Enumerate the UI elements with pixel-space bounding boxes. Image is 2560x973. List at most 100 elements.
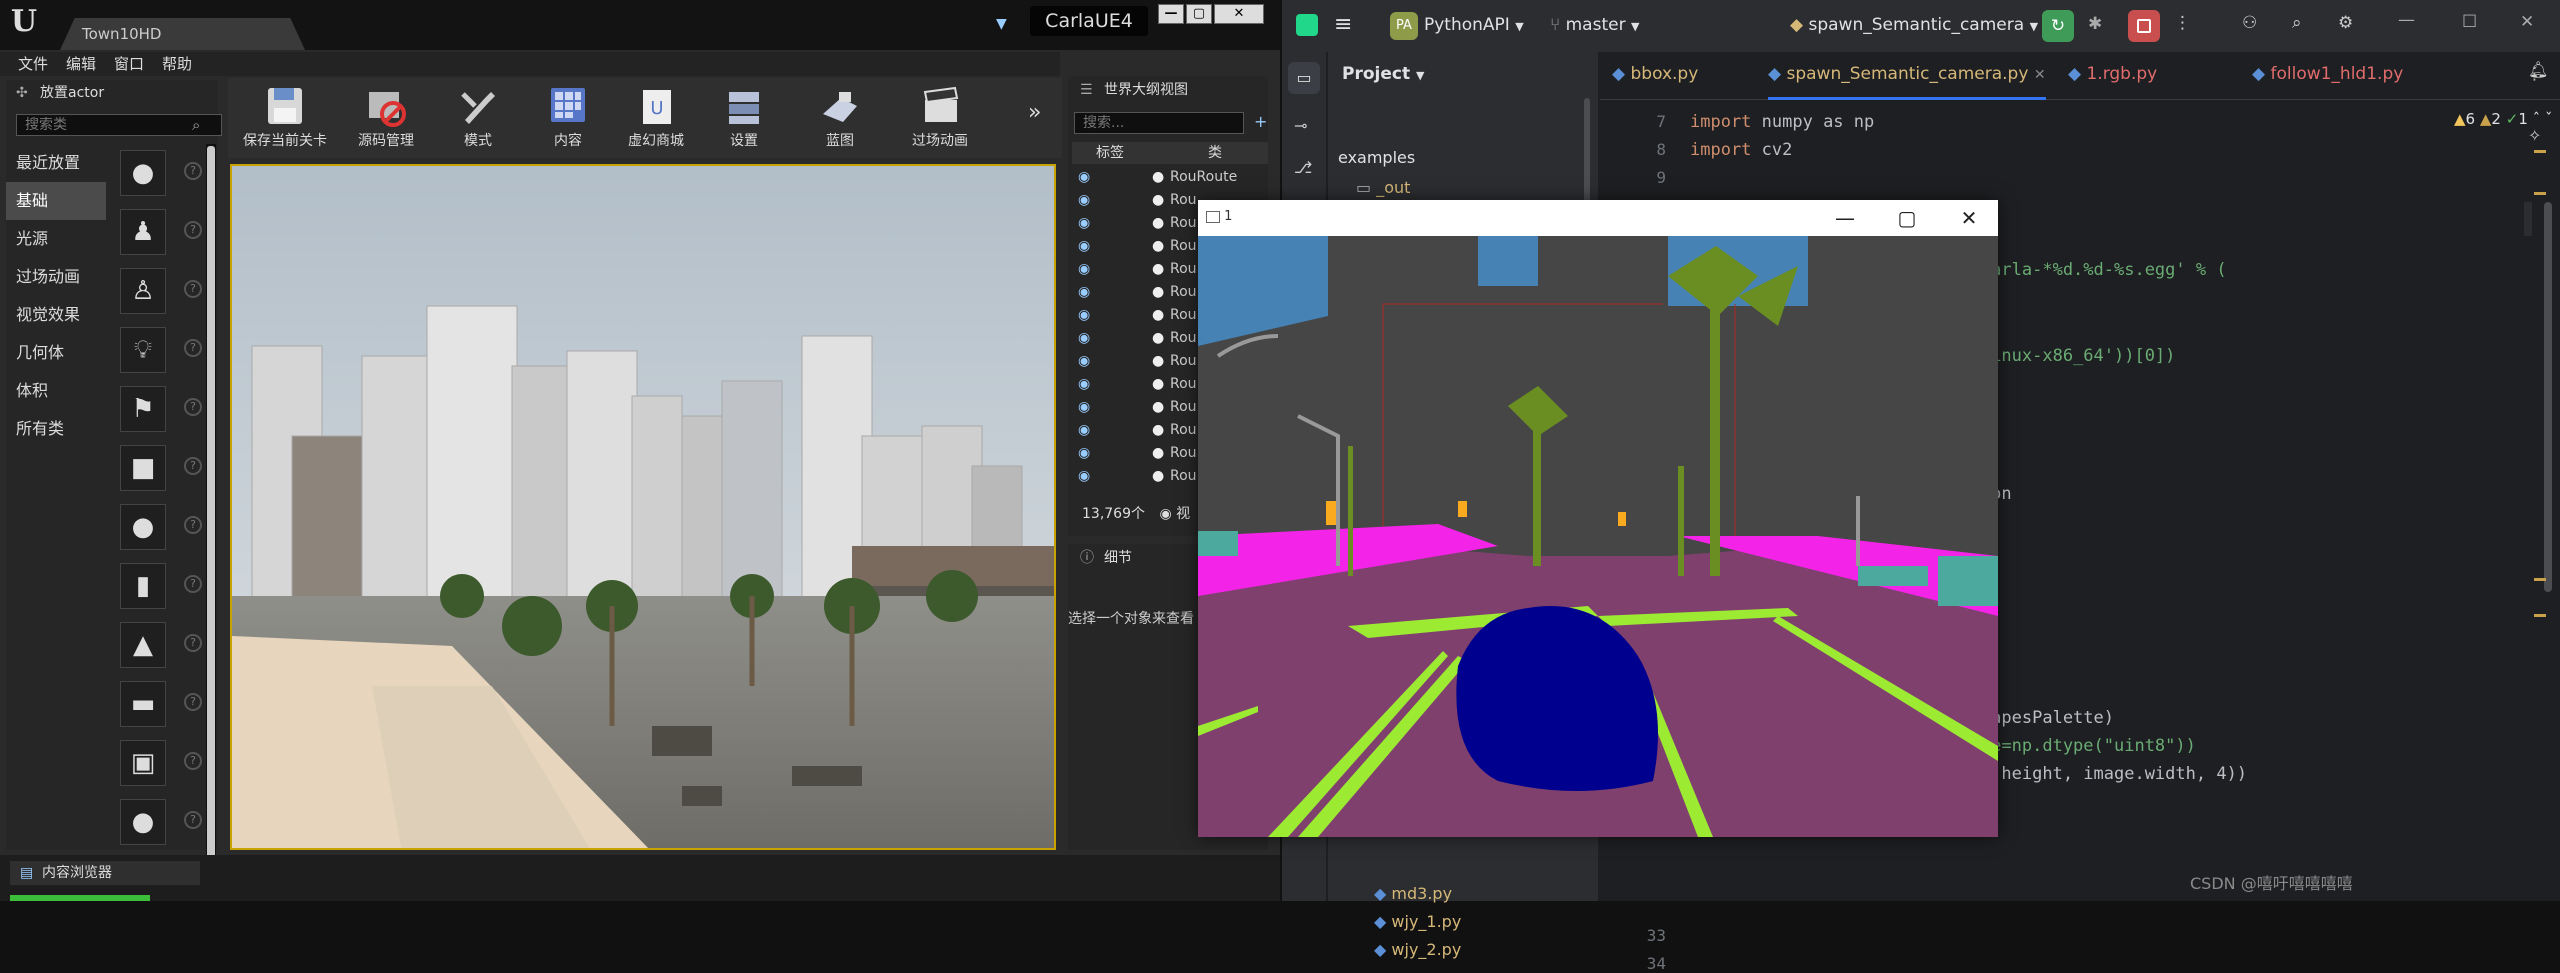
eye-icon[interactable]: ◉ [1159, 506, 1171, 522]
ai-assistant-icon[interactable]: ✧ [2528, 126, 2541, 145]
warning-marker[interactable] [2534, 614, 2546, 617]
category-cinematic[interactable]: 过场动画 [6, 258, 106, 296]
commit-icon[interactable]: ⊸ [1294, 116, 1307, 135]
tree-item[interactable]: examples [1338, 148, 1415, 167]
help-icon[interactable]: ? [184, 752, 202, 770]
asset-item[interactable]: ♙? [114, 262, 212, 321]
cinematics-button[interactable]: 过场动画 [900, 84, 980, 154]
add-filter-icon[interactable]: + [1254, 112, 1268, 134]
level-viewport[interactable] [230, 164, 1056, 850]
content-browser-tab[interactable]: ▤ 内容浏览器 [10, 861, 200, 885]
maximize-button[interactable]: ▢ [1186, 4, 1212, 24]
asset-scrollbar[interactable] [206, 144, 216, 901]
tab-spawn-semantic-camera[interactable]: ◆ spawn_Semantic_camera.py ✕ [1768, 52, 2046, 100]
asset-item[interactable]: ■? [114, 439, 212, 498]
asset-item[interactable]: ▮? [114, 557, 212, 616]
visibility-eye-icon[interactable]: ◉ [1078, 304, 1090, 327]
modes-button[interactable]: 模式 [446, 84, 510, 154]
help-icon[interactable]: ? [184, 162, 202, 180]
visibility-eye-icon[interactable]: ◉ [1078, 373, 1090, 396]
help-icon[interactable]: ? [184, 811, 202, 829]
category-basic[interactable]: 基础 [6, 182, 106, 220]
asset-item[interactable]: ●? [114, 144, 212, 203]
tab-follow1[interactable]: ◆ follow1_hld1.py [2252, 64, 2403, 84]
editor-scrollbar[interactable] [2544, 202, 2552, 592]
category-volumes[interactable]: 体积 [6, 372, 106, 410]
minimize-button[interactable]: — [1158, 4, 1184, 24]
visibility-eye-icon[interactable]: ◉ [1078, 327, 1090, 350]
close-button[interactable]: ✕ [1214, 4, 1264, 24]
asset-item[interactable]: ●? [114, 793, 212, 852]
asset-item[interactable]: ●? [114, 498, 212, 557]
minimize-icon[interactable]: — [2398, 10, 2415, 30]
visibility-eye-icon[interactable]: ◉ [1078, 235, 1090, 258]
visibility-eye-icon[interactable]: ◉ [1078, 212, 1090, 235]
visibility-eye-icon[interactable]: ◉ [1078, 189, 1090, 212]
seg-close-button[interactable]: ✕ [1938, 200, 2000, 236]
help-icon[interactable]: ? [184, 516, 202, 534]
close-icon[interactable]: ✕ [2520, 12, 2534, 32]
source-control-icon[interactable]: ▼ [996, 16, 1016, 34]
visibility-eye-icon[interactable]: ◉ [1078, 258, 1090, 281]
help-icon[interactable]: ? [184, 634, 202, 652]
seg-minimize-button[interactable]: — [1814, 200, 1876, 236]
menu-help[interactable]: 帮助 [162, 52, 192, 76]
content-button[interactable]: 内容 [540, 84, 596, 154]
category-geometry[interactable]: 几何体 [6, 334, 106, 372]
visibility-eye-icon[interactable]: ◉ [1078, 396, 1090, 419]
asset-item[interactable]: ▲? [114, 616, 212, 675]
outliner-row[interactable]: ◉ ● RouRoute [1072, 166, 1268, 189]
tree-item[interactable]: ◆ wjy_1.py [1374, 912, 1461, 931]
tree-item[interactable]: ◆ md3.py [1374, 884, 1452, 903]
asset-item[interactable]: ♟? [114, 203, 212, 262]
marketplace-button[interactable]: U 虚幻商城 [620, 84, 692, 154]
outliner-search-input[interactable]: 搜索... [1074, 112, 1244, 134]
label-column-header[interactable]: 标签 [1096, 142, 1124, 164]
help-icon[interactable]: ? [184, 693, 202, 711]
maximize-icon[interactable]: ☐ [2462, 12, 2477, 32]
help-icon[interactable]: ? [184, 398, 202, 416]
more-actions-icon[interactable]: ⋮ [2174, 13, 2191, 33]
visibility-eye-icon[interactable]: ◉ [1078, 281, 1090, 304]
pull-request-icon[interactable]: ⎇ [1294, 158, 1312, 177]
settings-gear-icon[interactable]: ⚙ [2338, 13, 2353, 33]
help-icon[interactable]: ? [184, 575, 202, 593]
toolbar-overflow-icon[interactable]: » [1028, 100, 1041, 125]
tab-bbox[interactable]: ◆ bbox.py [1612, 64, 1698, 84]
search-icon[interactable]: ⌕ [2292, 13, 2302, 33]
type-column-header[interactable]: 类 [1208, 142, 1222, 164]
visibility-eye-icon[interactable]: ◉ [1078, 350, 1090, 373]
run-config-selector[interactable]: ◆ spawn_Semantic_camera ▼ [1790, 15, 2038, 35]
outliner-header[interactable]: ☰ 世界大纲视图 [1068, 76, 1268, 104]
add-user-icon[interactable]: ⚇ [2242, 13, 2257, 33]
project-panel-header[interactable]: Project ▼ [1342, 64, 1424, 84]
visibility-eye-icon[interactable]: ◉ [1078, 166, 1090, 189]
menu-file[interactable]: 文件 [18, 52, 48, 76]
level-tab[interactable]: Town10HD [60, 18, 305, 50]
asset-item[interactable]: ▬? [114, 675, 212, 734]
category-lights[interactable]: 光源 [6, 220, 106, 258]
asset-item[interactable]: ▣? [114, 734, 212, 793]
category-recent[interactable]: 最近放置 [6, 144, 106, 182]
main-menu-icon[interactable]: ≡ [1334, 12, 1352, 37]
add-new-button[interactable] [10, 895, 150, 901]
search-icon[interactable]: ⌕ [192, 116, 200, 134]
category-visual-effects[interactable]: 视觉效果 [6, 296, 106, 334]
notifications-icon[interactable]: 🔔︎ [2528, 60, 2548, 79]
visibility-eye-icon[interactable]: ◉ [1078, 419, 1090, 442]
stop-button[interactable] [2128, 10, 2160, 42]
debug-icon[interactable]: ✱ [2088, 14, 2102, 34]
close-tab-icon[interactable]: ✕ [2034, 67, 2046, 83]
help-icon[interactable]: ? [184, 221, 202, 239]
rerun-icon[interactable]: ↻ [2042, 10, 2074, 42]
category-all-classes[interactable]: 所有类 [6, 410, 106, 448]
blueprints-button[interactable]: 蓝图 [810, 84, 870, 154]
help-icon[interactable]: ? [184, 457, 202, 475]
view-options-label[interactable]: 视 [1176, 506, 1190, 522]
branch-switcher[interactable]: ⑂ master ▼ [1550, 15, 1639, 35]
project-folder-icon[interactable]: ▭ [1288, 62, 1320, 94]
warning-marker[interactable] [2534, 150, 2546, 153]
save-current-level-button[interactable]: 保存当前关卡 [240, 84, 330, 154]
asset-item[interactable]: ⚑? [114, 380, 212, 439]
menu-edit[interactable]: 编辑 [66, 52, 96, 76]
